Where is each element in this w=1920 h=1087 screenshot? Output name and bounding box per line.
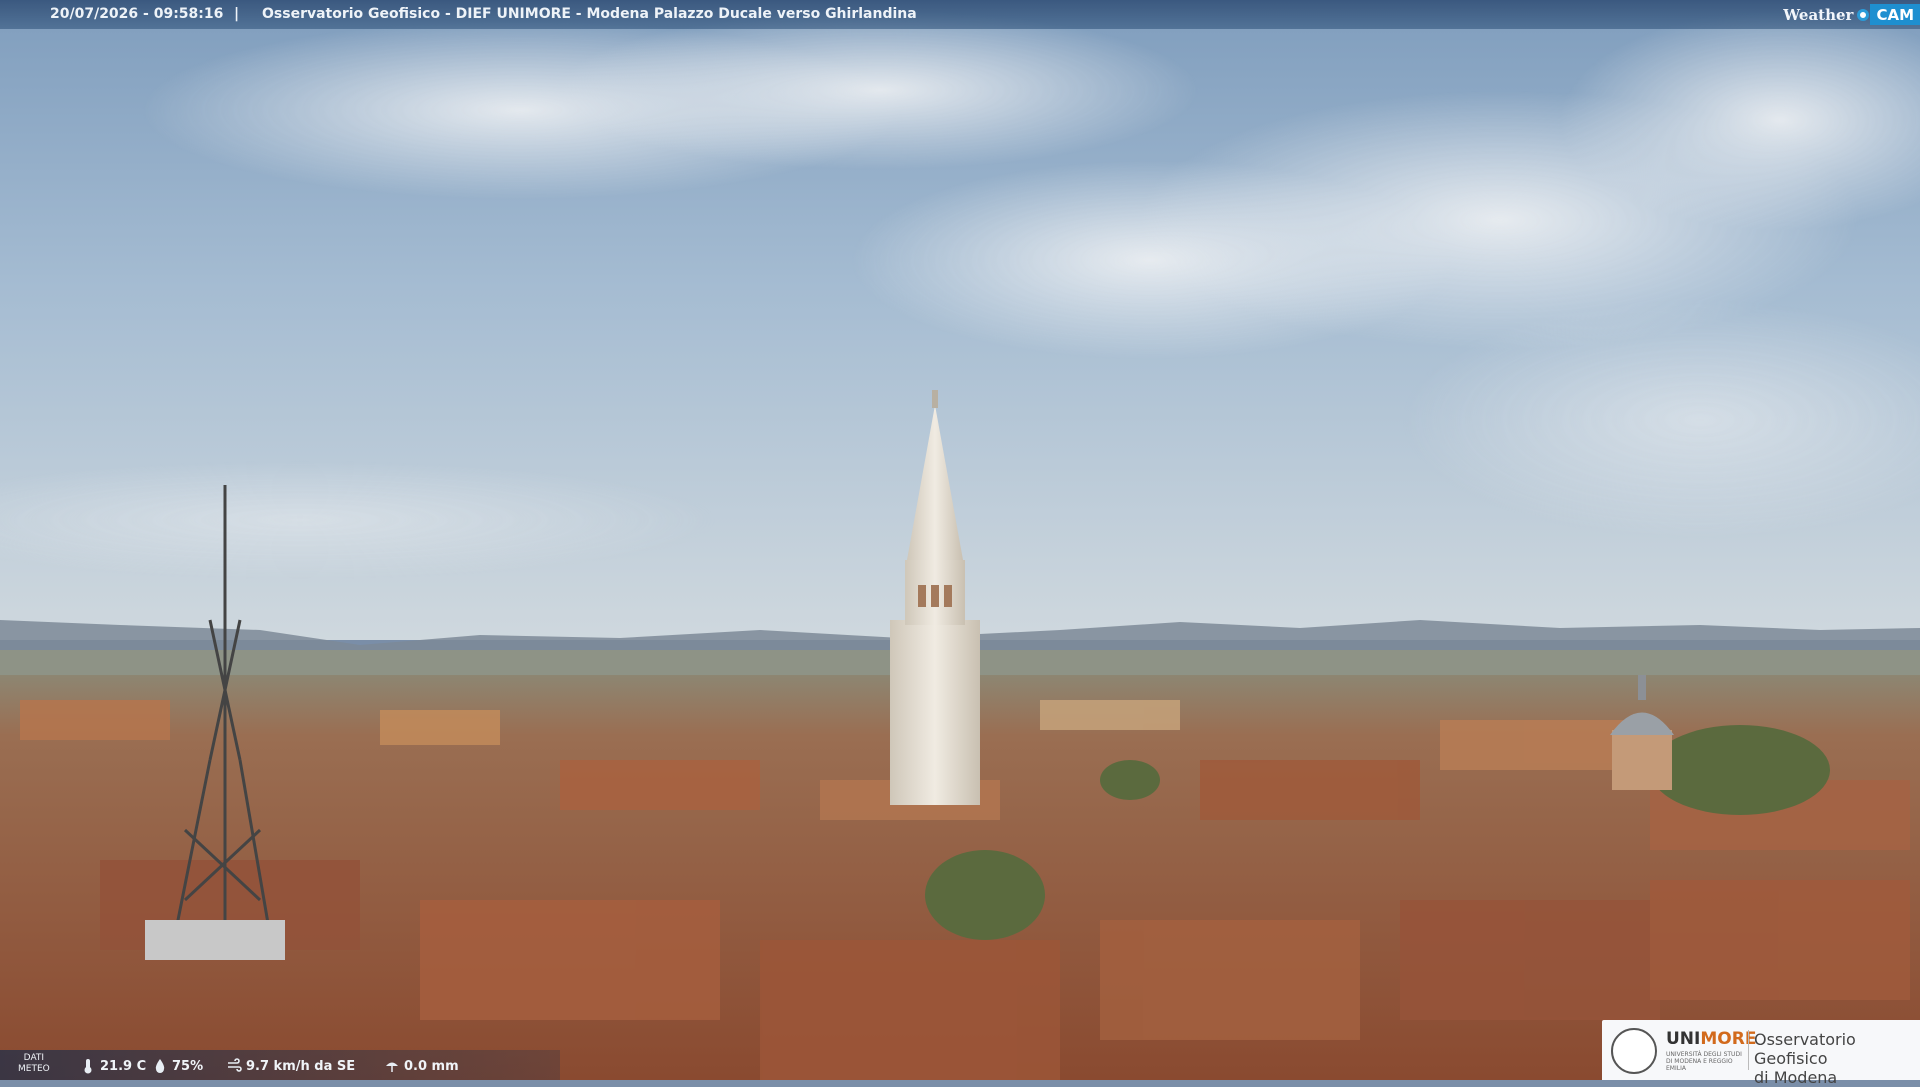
weather-data-bar: DATI METEO 21.9 C 75% 9.7 km/h da SE 0.0… [0,1050,560,1080]
timestamp: 20/07/2026 - 09:58:16 [50,6,224,22]
logo-divider [1748,1030,1749,1070]
weathercam-dot-icon [1857,8,1870,21]
humidity-drop-icon [155,1059,165,1073]
unimore-wordmark: UNIMORE [1666,1029,1756,1049]
thermometer-icon [84,1059,92,1074]
title-separator: | [234,6,240,22]
wind-icon [228,1058,242,1072]
wind-reading: 9.7 km/h da SE [226,1058,355,1074]
observatory-line1: Osservatorio Geofisico [1754,1030,1856,1068]
observatory-name: Osservatorio Geofisico di Modena [1754,1030,1920,1087]
rain-value: 0.0 mm [404,1058,459,1074]
temperature-reading: 21.9 C [80,1058,146,1074]
antenna-base [145,920,285,960]
uni-part: UNI [1666,1029,1701,1049]
brand-word: Weather [1783,5,1854,24]
dati-label: DATI [23,1053,45,1063]
brand-cam: CAM [1870,4,1920,25]
unimore-subtitle: UNIVERSITÀ DEGLI STUDI DI MODENA E REGGI… [1666,1051,1742,1072]
rain-reading: 0.0 mm [384,1058,459,1074]
rain-icon [386,1062,398,1072]
temperature-value: 21.9 C [100,1058,147,1074]
humidity-reading: 75% [152,1058,203,1074]
top-overlay-bar: 20/07/2026 - 09:58:16 | Osservatorio Geo… [0,0,1920,29]
observatory-line2: di Modena [1754,1068,1838,1087]
camera-title: Osservatorio Geofisico - DIEF UNIMORE - … [262,6,917,22]
humidity-value: 75% [172,1058,204,1074]
unimore-logo-panel: UNIMORE UNIVERSITÀ DEGLI STUDI DI MODENA… [1602,1020,1920,1087]
dati-meteo-label: DATI METEO [18,1053,50,1075]
unimore-seal-icon [1611,1028,1657,1074]
city-panorama-scene [0,0,1920,1080]
meteo-label: METEO [18,1064,50,1074]
wind-value: 9.7 km/h da SE [246,1058,356,1074]
weathercam-brand: Weather CAM [1783,0,1920,29]
